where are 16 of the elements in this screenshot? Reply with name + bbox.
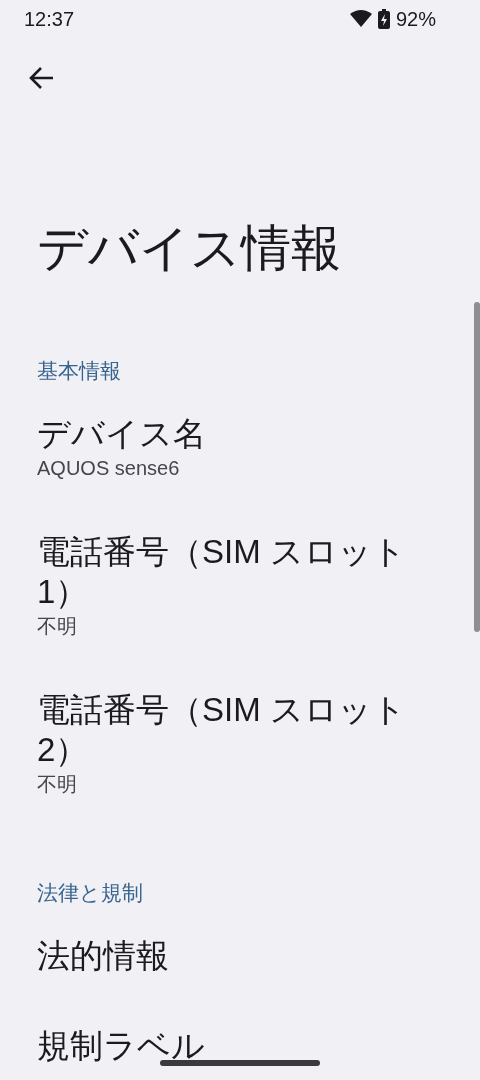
status-time: 12:37 — [24, 7, 75, 31]
setting-title[interactable]: デバイス名 — [37, 414, 206, 454]
battery-icon — [377, 9, 390, 29]
setting-title[interactable]: 法的情報 — [37, 936, 169, 976]
setting-summary: AQUOS sense6 — [37, 456, 180, 481]
battery-percent: 92% — [395, 7, 436, 31]
section-header: 法律と規制 — [37, 880, 144, 906]
setting-summary: 不明 — [37, 614, 77, 639]
wifi-icon — [349, 10, 372, 28]
setting-title[interactable]: 電話番号（SIM スロット 2） — [37, 690, 420, 770]
setting-title[interactable]: 電話番号（SIM スロット 1） — [37, 532, 420, 612]
back-arrow-icon — [29, 66, 55, 90]
setting-summary: 不明 — [37, 772, 77, 797]
section-header: 基本情報 — [37, 358, 122, 384]
setting-title[interactable]: 規制ラベル — [37, 1026, 205, 1066]
page-title: デバイス情報 — [37, 219, 342, 278]
